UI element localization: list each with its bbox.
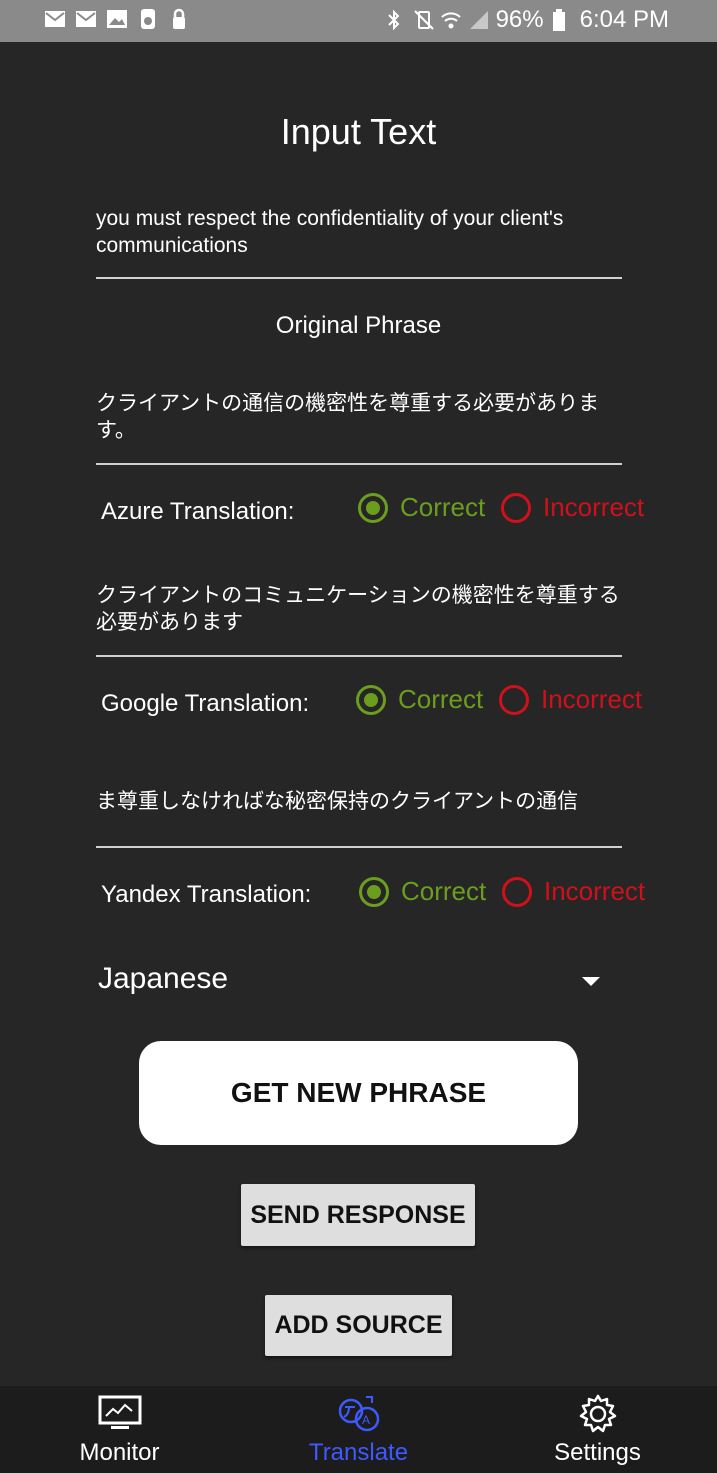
signal-icon: [468, 9, 488, 31]
radio-checked-icon: [359, 876, 389, 907]
system-status: 96% 6:04 PM: [384, 6, 669, 34]
azure-translation-underline: [96, 655, 622, 657]
nav-item-translate[interactable]: A Translate: [239, 1386, 478, 1473]
svg-text:A: A: [362, 1413, 370, 1427]
yandex-translation-label: Yandex Translation:: [101, 881, 312, 908]
google-translation-label: Google Translation:: [101, 690, 310, 717]
google-translation-underline: [96, 846, 622, 848]
azure-translation-label: Azure Translation:: [101, 498, 295, 525]
gear-icon: [575, 1394, 621, 1434]
notification-icons: [44, 8, 190, 30]
radio-label: Correct: [401, 876, 487, 906]
radio-label: Correct: [398, 684, 484, 714]
google-correct-radio[interactable]: Correct: [356, 684, 483, 715]
input-text-field[interactable]: you must respect the confidentiality of …: [96, 205, 626, 259]
image-icon: [106, 8, 128, 30]
nav-item-monitor[interactable]: Monitor: [0, 1386, 239, 1473]
lock-icon: [137, 8, 159, 30]
lock-icon: [168, 8, 190, 30]
google-incorrect-radio[interactable]: Incorrect: [499, 684, 642, 715]
nav-label-translate: Translate: [308, 1439, 409, 1466]
radio-label: Incorrect: [543, 492, 645, 522]
nav-label-settings: Settings: [554, 1439, 641, 1466]
bottom-navigation: Monitor A Translate Settings: [0, 1386, 717, 1473]
bluetooth-icon: [384, 9, 404, 31]
add-source-button[interactable]: ADD SOURCE: [265, 1295, 452, 1356]
nav-label-monitor: Monitor: [79, 1439, 160, 1466]
mail-icon: [75, 8, 97, 30]
radio-checked-icon: [358, 492, 388, 523]
vibrate-mute-icon: [412, 9, 434, 31]
nav-item-settings[interactable]: Settings: [478, 1386, 717, 1473]
clock: 6:04 PM: [579, 6, 669, 33]
original-phrase-underline: [96, 463, 622, 465]
azure-incorrect-radio[interactable]: Incorrect: [501, 492, 644, 523]
wifi-icon: [440, 9, 461, 31]
azure-correct-radio[interactable]: Correct: [358, 492, 485, 523]
radio-label: Incorrect: [541, 684, 643, 714]
get-new-phrase-button[interactable]: GET NEW PHRASE: [139, 1041, 578, 1145]
page-title: Input Text: [280, 111, 437, 152]
radio-label: Correct: [400, 492, 486, 522]
mail-icon: [44, 8, 66, 30]
azure-translation-field[interactable]: クライアントのコミュニケーションの機密性を尊重する必要があります: [96, 582, 626, 636]
battery-percent: 96%: [495, 6, 544, 33]
google-translation-field[interactable]: ま尊重しなければな秘密保持のクライアントの通信: [96, 788, 626, 815]
radio-unchecked-icon: [502, 876, 532, 907]
dropdown-arrow-icon: [582, 977, 600, 986]
yandex-incorrect-radio[interactable]: Incorrect: [502, 876, 645, 907]
radio-checked-icon: [356, 684, 386, 715]
radio-label: Incorrect: [544, 876, 646, 906]
monitor-icon: [97, 1394, 143, 1434]
translate-icon: A: [336, 1394, 382, 1434]
battery-icon: [552, 9, 572, 31]
original-phrase-label: Original Phrase: [275, 312, 442, 339]
send-response-button[interactable]: SEND RESPONSE: [241, 1184, 475, 1246]
language-selected: Japanese: [98, 962, 229, 995]
original-phrase-field[interactable]: クライアントの通信の機密性を尊重する必要があります。: [96, 390, 626, 444]
radio-unchecked-icon: [499, 684, 529, 715]
input-text-underline: [96, 277, 622, 279]
radio-unchecked-icon: [501, 492, 531, 523]
language-dropdown[interactable]: Japanese: [98, 962, 608, 1002]
status-bar: 96% 6:04 PM: [0, 0, 717, 42]
yandex-correct-radio[interactable]: Correct: [359, 876, 486, 907]
